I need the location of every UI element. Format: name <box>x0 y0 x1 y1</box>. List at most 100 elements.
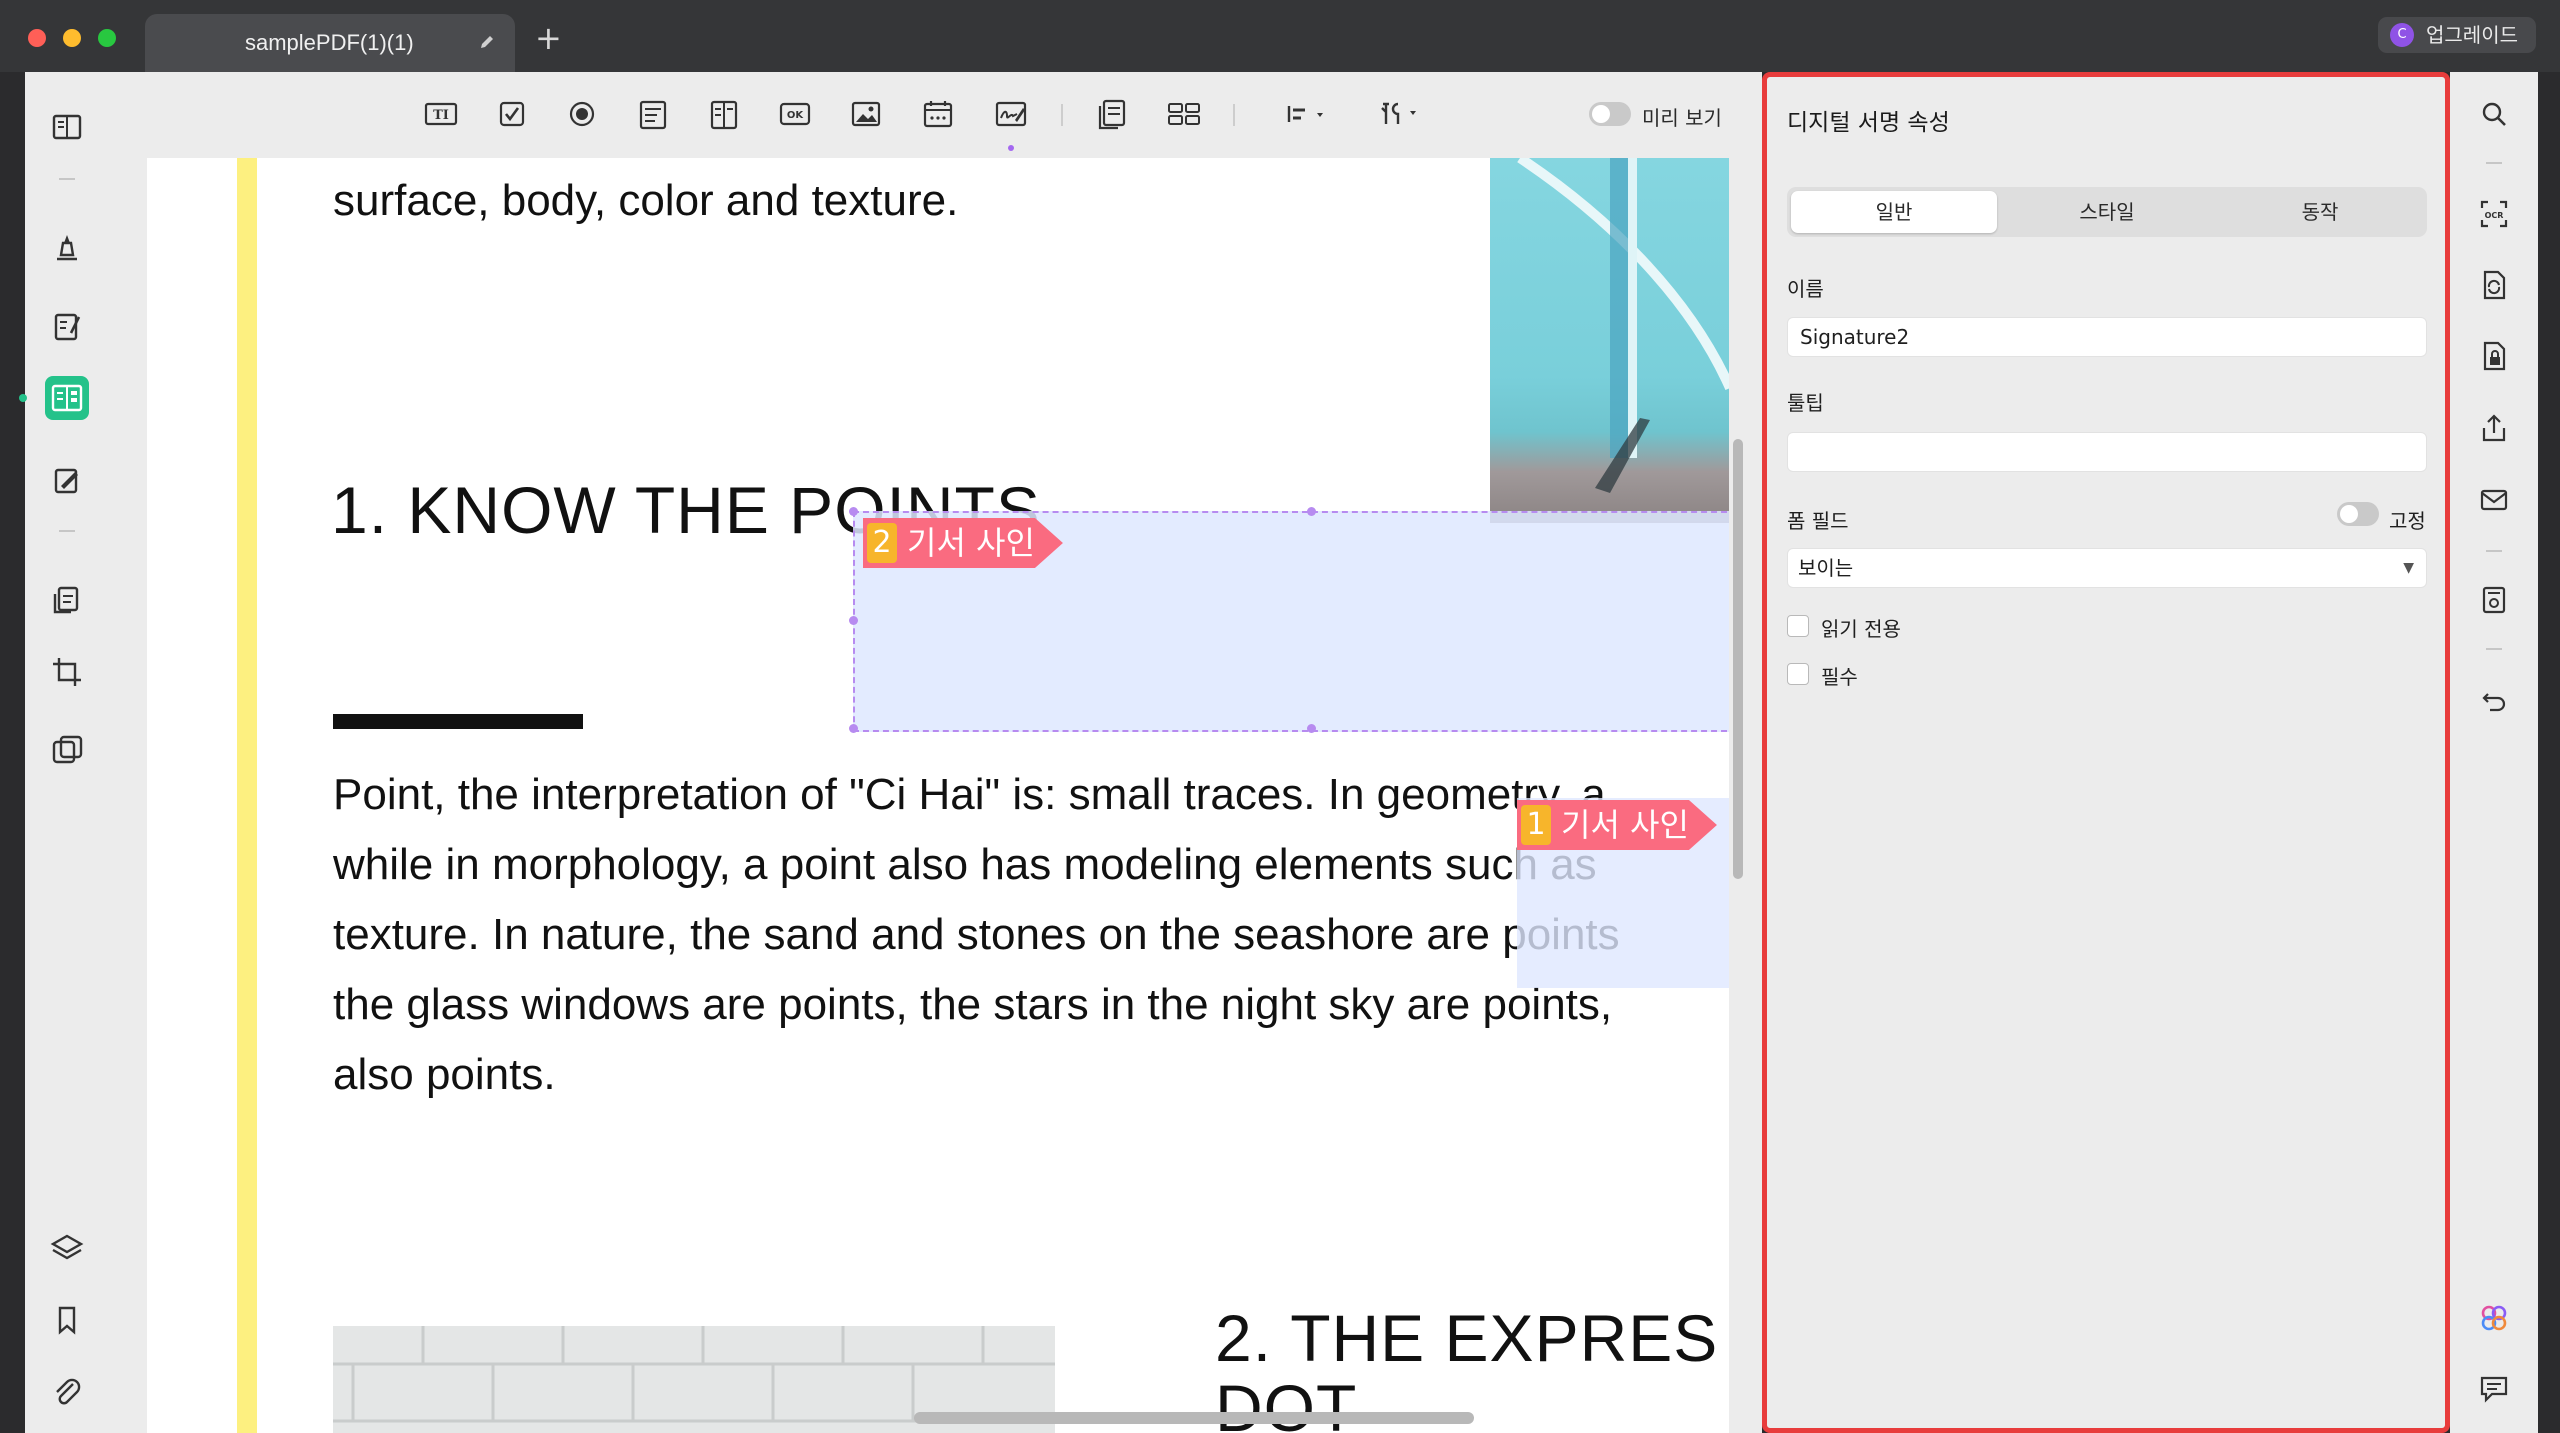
text-field-tool-icon[interactable]: TI <box>421 94 461 134</box>
properties-tabs: 일반 스타일 동작 <box>1787 187 2427 237</box>
horizontal-scrollbar[interactable] <box>914 1412 1474 1424</box>
rail-divider <box>2486 648 2502 650</box>
fill-sign-icon[interactable] <box>45 458 89 502</box>
chevron-down-icon: ▼ <box>2403 560 2414 576</box>
user-avatar: C <box>2390 23 2414 47</box>
minimize-window-button[interactable] <box>63 29 81 47</box>
rename-pencil-icon[interactable] <box>477 32 497 52</box>
document-tab[interactable]: samplePDF(1)(1) <box>145 14 515 72</box>
layers-icon[interactable] <box>45 1226 89 1270</box>
share-icon[interactable] <box>2474 408 2514 448</box>
heading-rule <box>333 714 583 729</box>
close-window-button[interactable] <box>28 29 46 47</box>
window-edge <box>2538 72 2560 1433</box>
signature-field-tag[interactable]: 2 기서 사인 <box>863 518 1063 568</box>
visibility-select[interactable]: 보이는 ▼ <box>1787 548 2427 588</box>
button-tool-icon[interactable]: OK <box>775 94 815 134</box>
fixed-toggle[interactable] <box>2337 502 2379 526</box>
page-photo-top <box>1490 158 1729 523</box>
resize-handle[interactable] <box>1307 724 1316 733</box>
radio-button-tool-icon[interactable] <box>562 94 602 134</box>
pdf-page[interactable]: surface, body, color and texture. 1. KNO… <box>147 158 1729 1433</box>
doc-paragraph-line: the glass windows are points, the stars … <box>333 980 1613 1029</box>
protect-pdf-icon[interactable] <box>2474 336 2514 376</box>
form-fields-icon[interactable] <box>45 376 89 420</box>
signature-field-label: 기서 사인 <box>1561 806 1689 844</box>
list-box-tool-icon[interactable] <box>704 94 744 134</box>
new-tab-plus-icon[interactable]: + <box>535 22 562 54</box>
visibility-value: 보이는 <box>1798 556 1854 580</box>
signature-field-label: 기서 사인 <box>907 524 1035 562</box>
tab-style[interactable]: 스타일 <box>2004 191 2210 233</box>
ocr-icon[interactable]: OCR <box>2474 194 2514 234</box>
zoom-window-button[interactable] <box>98 29 116 47</box>
resize-handle[interactable] <box>849 616 858 625</box>
active-indicator <box>19 394 27 402</box>
rail-divider <box>2486 162 2502 164</box>
highlighter-comment-icon[interactable] <box>45 225 89 269</box>
resize-handle[interactable] <box>849 507 858 516</box>
edit-pdf-icon[interactable] <box>45 305 89 349</box>
name-field[interactable]: Signature2 <box>1787 317 2427 357</box>
toolbar-divider <box>1061 104 1063 126</box>
resize-handle[interactable] <box>849 724 858 733</box>
doc-text-line: surface, body, color and texture. <box>333 176 959 225</box>
ai-assistant-icon[interactable] <box>2474 1298 2514 1338</box>
combo-box-tool-icon[interactable] <box>633 94 673 134</box>
form-toolbar: TI OK 미리 보기 <box>109 72 1762 154</box>
preview-label: 미리 보기 <box>1642 106 1722 130</box>
save-icon[interactable] <box>2474 580 2514 620</box>
signature-field-number: 1 <box>1521 805 1551 845</box>
svg-text:TI: TI <box>433 108 449 123</box>
highlight-bar <box>237 158 257 1433</box>
multiple-fields-icon[interactable] <box>1164 94 1204 134</box>
panel-title: 디지털 서명 속성 <box>1787 110 1950 136</box>
doc-paragraph-line: Point, the interpretation of "Ci Hai" is… <box>333 770 1606 819</box>
required-checkbox[interactable] <box>1787 663 1809 685</box>
upgrade-button[interactable]: C 업그레이드 <box>2378 17 2536 53</box>
reader-mode-icon[interactable] <box>45 106 89 150</box>
organize-pages-icon[interactable] <box>45 578 89 622</box>
required-label: 필수 <box>1821 665 1858 689</box>
title-bar: samplePDF(1)(1) + C 업그레이드 <box>0 0 2560 72</box>
digital-signature-tool-icon[interactable] <box>991 94 1031 134</box>
preview-toggle[interactable] <box>1589 102 1631 126</box>
attachment-icon[interactable] <box>45 1370 89 1414</box>
form-recognition-icon[interactable] <box>1092 94 1132 134</box>
align-dropdown-icon[interactable] <box>1279 94 1339 134</box>
doc-paragraph-line: while in morphology, a point also has mo… <box>333 840 1597 889</box>
signature-field-tag[interactable]: 1 기서 사인 <box>1517 800 1717 850</box>
form-field-label: 폼 필드 <box>1787 509 1849 533</box>
upgrade-label: 업그레이드 <box>2426 23 2518 47</box>
undo-icon[interactable] <box>2474 680 2514 720</box>
crop-pages-icon[interactable] <box>45 650 89 694</box>
main-area: TI OK 미리 보기 surface, body, color and tex… <box>109 72 1762 1433</box>
image-field-tool-icon[interactable] <box>846 94 886 134</box>
convert-pdf-icon[interactable] <box>2474 265 2514 305</box>
bookmark-icon[interactable] <box>45 1298 89 1342</box>
active-tool-indicator <box>1008 145 1014 151</box>
doc-heading-2: 2. THE EXPRES <box>1215 1301 1719 1375</box>
readonly-label: 읽기 전용 <box>1821 617 1901 641</box>
comments-icon[interactable] <box>2474 1368 2514 1408</box>
checkbox-tool-icon[interactable] <box>492 94 532 134</box>
compare-tools-icon[interactable] <box>45 728 89 772</box>
resize-handle[interactable] <box>1307 507 1316 516</box>
rail-divider <box>2486 550 2502 552</box>
tooltip-field[interactable] <box>1787 432 2427 472</box>
left-tool-rail <box>19 72 109 1433</box>
rail-divider <box>59 178 75 180</box>
tab-general[interactable]: 일반 <box>1791 191 1997 233</box>
app-window: samplePDF(1)(1) + C 업그레이드 TI OK 미리 보기 su… <box>0 0 2560 1433</box>
date-field-tool-icon[interactable] <box>918 94 958 134</box>
tools-dropdown-icon[interactable] <box>1376 94 1436 134</box>
vertical-scrollbar[interactable] <box>1733 439 1743 879</box>
tab-actions[interactable]: 동작 <box>2217 191 2423 233</box>
readonly-checkbox[interactable] <box>1787 615 1809 637</box>
toolbar-divider <box>1233 104 1235 126</box>
search-icon[interactable] <box>2474 94 2514 134</box>
right-tool-rail: OCR <box>2450 72 2538 1433</box>
signature-field-number: 2 <box>867 523 897 563</box>
doc-paragraph-line: also points. <box>333 1050 556 1099</box>
email-icon[interactable] <box>2474 480 2514 520</box>
